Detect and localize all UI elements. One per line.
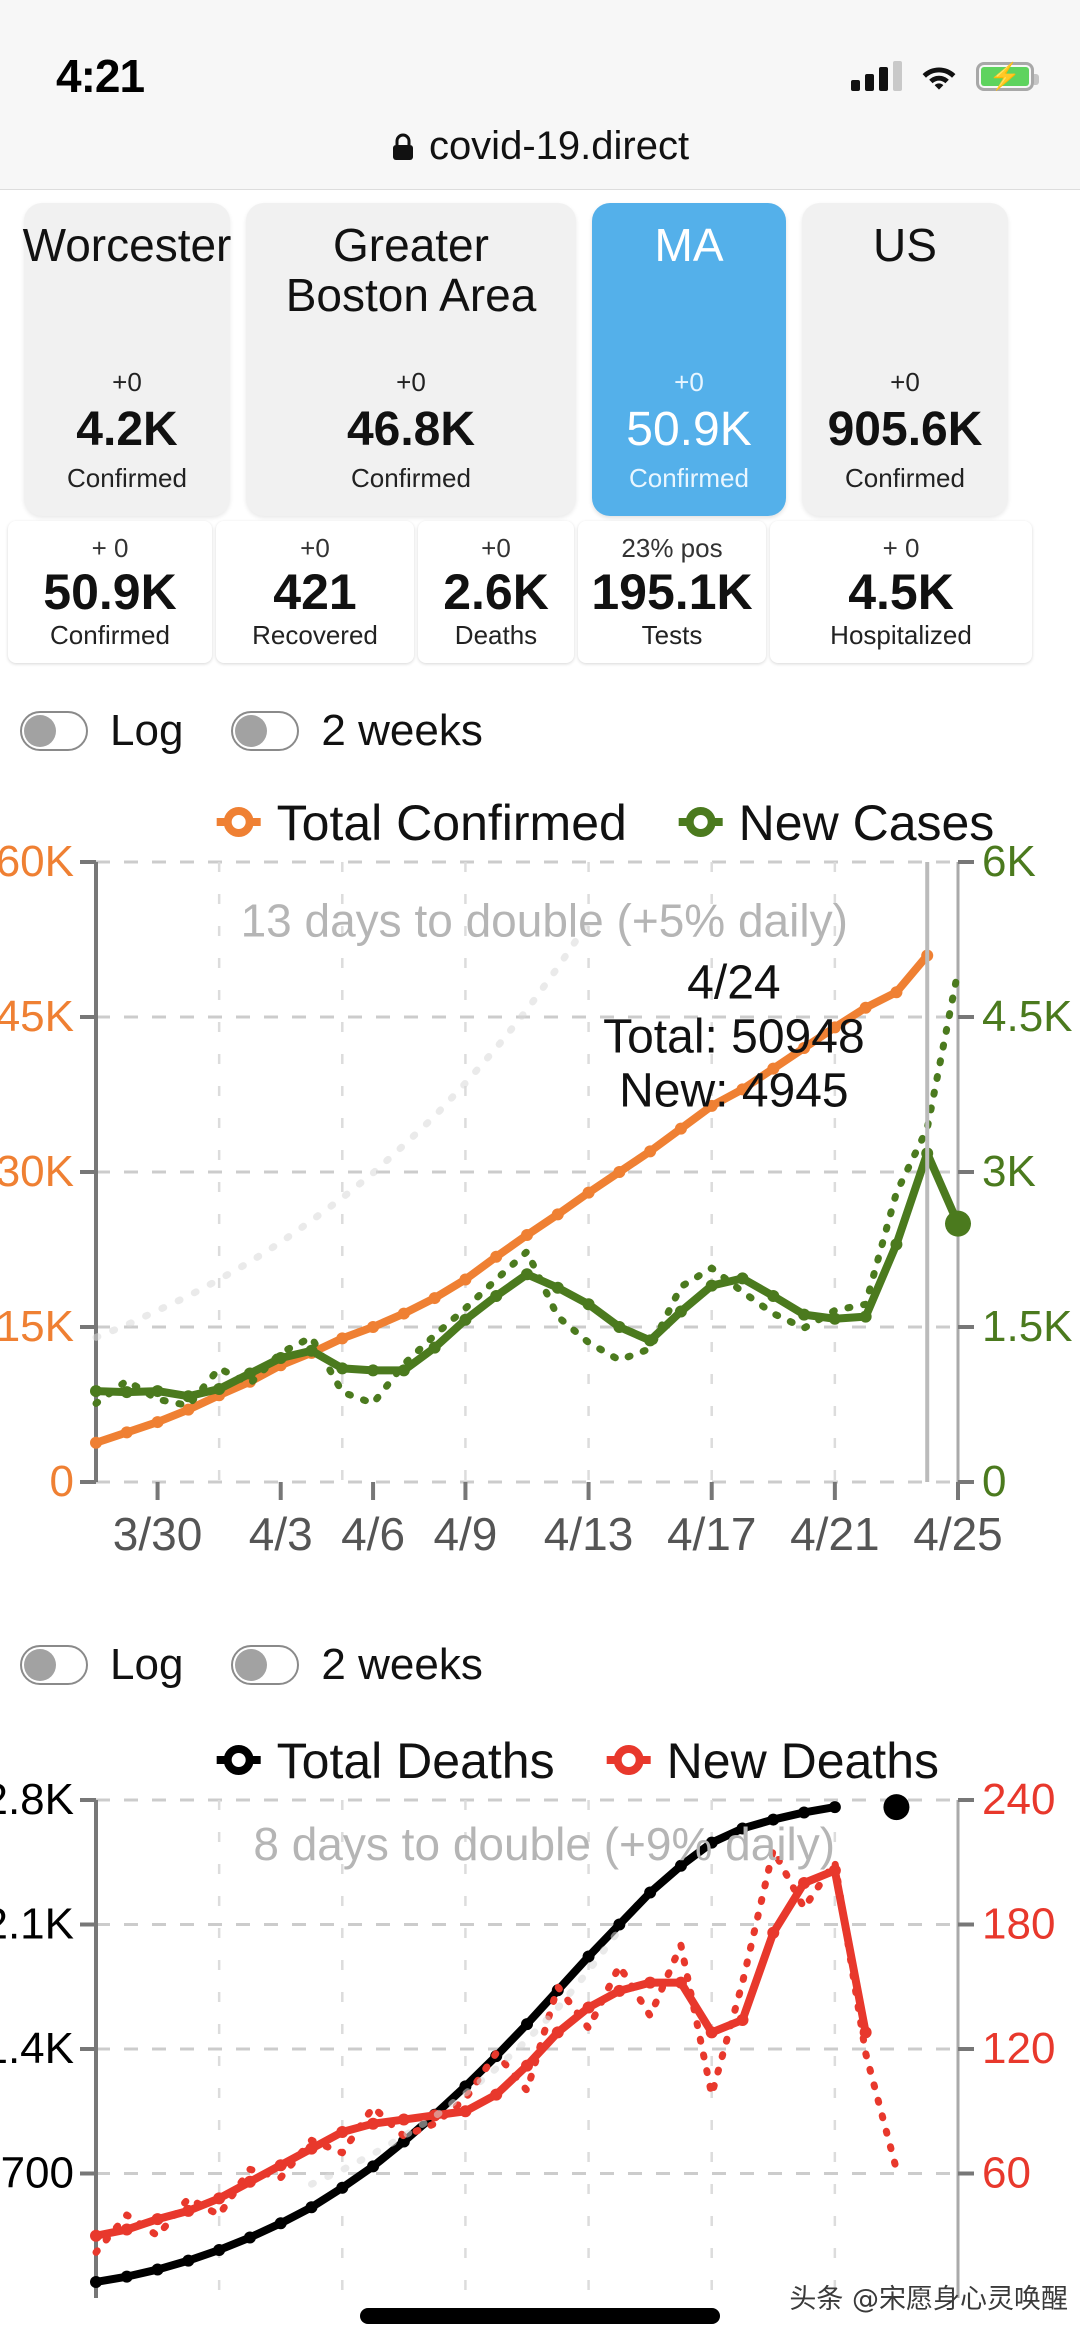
log-toggle-deaths[interactable] — [20, 1645, 88, 1685]
svg-text:240: 240 — [982, 1775, 1055, 1824]
location-delta: +0 — [112, 367, 142, 397]
stat-value: 4.5K — [848, 564, 954, 620]
stat-label: Tests — [641, 620, 703, 650]
svg-text:4/6: 4/6 — [341, 1508, 405, 1560]
svg-text:3/30: 3/30 — [113, 1508, 203, 1560]
location-value: 905.6K — [827, 403, 983, 456]
twoweeks-toggle-label: 2 weeks — [321, 706, 483, 755]
location-delta: +0 — [890, 367, 920, 397]
location-delta: +0 — [674, 367, 704, 397]
svg-text:60K: 60K — [0, 837, 74, 886]
svg-text:13 days to double (+5% daily): 13 days to double (+5% daily) — [241, 894, 848, 946]
battery-charging-icon: ⚡ — [976, 61, 1039, 91]
location-label: Confirmed — [629, 463, 749, 493]
stat-delta: +0 — [481, 533, 511, 563]
svg-text:8 days to double (+9% daily): 8 days to double (+9% daily) — [253, 1818, 835, 1870]
svg-text:0: 0 — [982, 1457, 1006, 1506]
location-name: US — [873, 219, 937, 271]
location-value: 4.2K — [76, 403, 178, 456]
location-value: 50.9K — [626, 403, 752, 456]
twoweeks-toggle-cases[interactable] — [231, 711, 300, 751]
location-label: Confirmed — [67, 463, 187, 493]
location-card-worcester[interactable]: Worcester +0 4.2K Confirmed — [22, 203, 232, 516]
location-name: MA — [654, 219, 724, 271]
svg-text:30K: 30K — [0, 1147, 74, 1196]
log-toggle-label: Log — [110, 706, 184, 755]
cellular-bars-icon — [851, 61, 902, 91]
wifi-icon — [922, 67, 956, 90]
stat-value: 195.1K — [591, 564, 753, 620]
svg-text:Total Deaths: Total Deaths — [277, 1733, 555, 1789]
browser-url-bar[interactable]: covid-19.direct — [0, 104, 1080, 190]
location-name: Greater Boston Area — [285, 219, 537, 321]
svg-text:120: 120 — [982, 2024, 1055, 2073]
svg-text:1.4K: 1.4K — [0, 2024, 74, 2073]
home-indicator — [360, 2308, 720, 2324]
stat-label: Confirmed — [50, 620, 170, 650]
stat-label: Deaths — [454, 620, 538, 650]
location-delta: +0 — [396, 367, 426, 397]
svg-text:4/9: 4/9 — [433, 1508, 497, 1560]
svg-text:60: 60 — [982, 2149, 1031, 2198]
svg-text:New: 4945: New: 4945 — [619, 1064, 848, 1117]
location-card-us[interactable]: US +0 905.6K Confirmed — [802, 203, 1008, 516]
location-label: Confirmed — [351, 463, 471, 493]
svg-text:0: 0 — [50, 1457, 74, 1506]
stats-row: + 0 50.9K Confirmed +0 421 Recovered +0 … — [0, 521, 1080, 663]
svg-text:180: 180 — [982, 1900, 1055, 1949]
svg-text:2.1K: 2.1K — [0, 1900, 74, 1949]
lock-icon — [392, 133, 413, 160]
deaths-chart[interactable]: 700 1.4K 2.1K 2.8K 60 120 180 240 Total Deaths Ne… — [0, 1700, 1080, 2338]
svg-text:New Cases: New Cases — [739, 795, 995, 851]
log-toggle-cases[interactable] — [20, 711, 88, 751]
svg-text:2.8K: 2.8K — [0, 1775, 74, 1824]
stat-tile-deaths[interactable]: +0 2.6K Deaths — [418, 521, 574, 663]
stat-tile-hospitalized[interactable]: + 0 4.5K Hospitalized — [770, 521, 1032, 663]
svg-text:4/17: 4/17 — [667, 1508, 757, 1560]
stat-delta: + 0 — [91, 533, 129, 563]
stat-label: Recovered — [252, 620, 378, 650]
stat-tile-tests[interactable]: 23% pos 195.1K Tests — [578, 521, 766, 663]
svg-text:700: 700 — [1, 2149, 74, 2198]
stat-delta: + 0 — [882, 533, 920, 563]
stat-value: 50.9K — [43, 564, 177, 620]
svg-text:4.5K: 4.5K — [982, 992, 1073, 1041]
svg-text:4/25: 4/25 — [913, 1508, 1003, 1560]
chart-controls-cases: Log 2 weeks — [0, 696, 1080, 766]
svg-text:45K: 45K — [0, 992, 74, 1041]
watermark: 头条 @宋愿身心灵唤醒 — [789, 2284, 1068, 2315]
svg-text:4/3: 4/3 — [249, 1508, 313, 1560]
location-card-ma[interactable]: MA +0 50.9K Confirmed — [592, 203, 786, 516]
url-text: covid-19.direct — [428, 124, 690, 168]
location-label: Confirmed — [845, 463, 965, 493]
location-card-row: Worcester +0 4.2K Confirmed Greater Bost… — [0, 203, 1080, 516]
svg-text:4/24: 4/24 — [687, 956, 780, 1009]
stat-value: 421 — [273, 564, 357, 620]
svg-text:15K: 15K — [0, 1302, 74, 1351]
status-clock: 4:21 — [56, 50, 145, 102]
svg-text:4/13: 4/13 — [544, 1508, 634, 1560]
location-card-greater-boston-area[interactable]: Greater Boston Area +0 46.8K Confirmed — [246, 203, 576, 516]
status-icons: ⚡ — [851, 61, 1039, 91]
svg-text:1.5K: 1.5K — [982, 1302, 1073, 1351]
twoweeks-toggle-label: 2 weeks — [321, 1640, 483, 1689]
log-toggle-label: Log — [110, 1640, 184, 1689]
stat-tile-recovered[interactable]: +0 421 Recovered — [216, 521, 414, 663]
svg-text:New Deaths: New Deaths — [667, 1733, 939, 1789]
location-name: Worcester — [22, 219, 232, 271]
stat-label: Hospitalized — [830, 620, 972, 650]
location-value: 46.8K — [346, 403, 476, 456]
chart-controls-deaths: Log 2 weeks — [0, 1630, 1080, 1700]
cases-chart[interactable]: 0 15K 30K 45K 60K 0 1.5K 3K 4.5K 6K 3/30 4/3 4/6 4/9 4… — [0, 762, 1080, 1612]
twoweeks-toggle-deaths[interactable] — [231, 1645, 300, 1685]
stat-delta: 23% pos — [621, 533, 723, 563]
svg-text:4/21: 4/21 — [790, 1508, 880, 1560]
stat-delta: +0 — [300, 533, 330, 563]
svg-text:Total Confirmed: Total Confirmed — [277, 795, 627, 851]
svg-text:3K: 3K — [982, 1147, 1036, 1196]
stat-value: 2.6K — [443, 564, 549, 620]
svg-text:Total: 50948: Total: 50948 — [603, 1010, 865, 1063]
stat-tile-confirmed[interactable]: + 0 50.9K Confirmed — [8, 521, 212, 663]
